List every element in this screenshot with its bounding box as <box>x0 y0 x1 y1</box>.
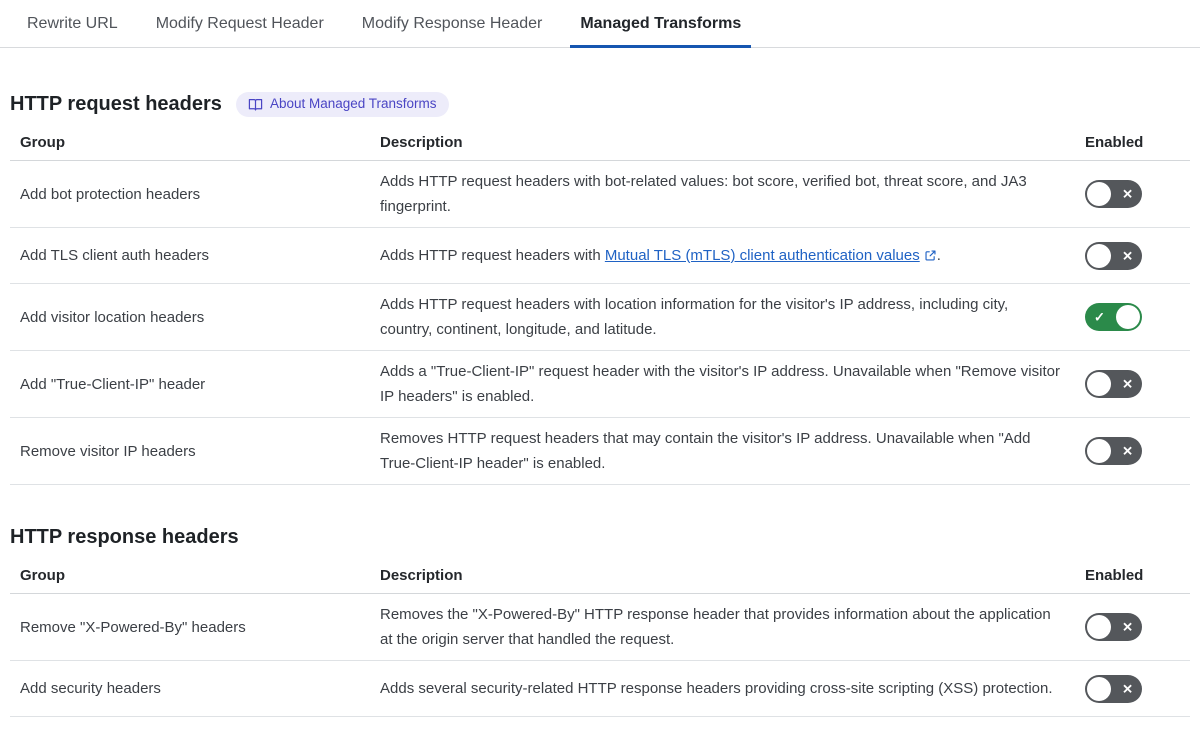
table-row: Remove visitor IP headers Removes HTTP r… <box>10 418 1190 485</box>
cross-icon: ✕ <box>1122 186 1133 202</box>
table-header-row: Group Description Enabled <box>10 132 1190 161</box>
description-cell: Adds HTTP request headers with bot-relat… <box>380 173 1027 215</box>
table-header-row: Group Description Enabled <box>10 565 1190 594</box>
column-header-description: Description <box>380 134 463 151</box>
enabled-cell: ✕ <box>1075 362 1190 406</box>
group-cell: Add bot protection headers <box>20 185 201 203</box>
group-cell: Add TLS client auth headers <box>20 247 210 264</box>
response-headers-table: Group Description Enabled Remove "X-Powe… <box>10 565 1190 717</box>
description-cell: Adds HTTP request headers with Mutual TL… <box>380 247 941 264</box>
enabled-cell: ✕ <box>1075 429 1190 473</box>
enabled-toggle[interactable]: ✓ <box>1085 303 1142 331</box>
enabled-cell: ✕ <box>1075 172 1190 216</box>
enabled-toggle[interactable]: ✕ <box>1085 241 1142 270</box>
external-link-icon <box>925 250 936 261</box>
managed-transforms-page: HTTP request headers About Managed Trans… <box>10 90 1190 717</box>
toggle-thumb <box>1087 676 1111 701</box>
request-headers-table: Group Description Enabled Add bot protec… <box>10 132 1190 485</box>
group-cell: Add security headers <box>20 680 161 697</box>
about-managed-transforms-link[interactable]: About Managed Transforms <box>235 91 449 117</box>
request-section-header: HTTP request headers About Managed Trans… <box>10 90 1190 118</box>
table-row: Add bot protection headers Adds HTTP req… <box>10 161 1190 228</box>
tab-modify-request-header[interactable]: Modify Request Header <box>146 0 334 47</box>
response-section-header: HTTP response headers <box>10 523 1190 551</box>
description-cell: Adds a "True-Client-IP" request header w… <box>380 363 1060 405</box>
toggle-thumb <box>1087 615 1111 639</box>
badge-label: About Managed Transforms <box>269 96 437 112</box>
toggle-thumb <box>1087 182 1111 206</box>
description-cell: Removes HTTP request headers that may co… <box>380 430 1031 472</box>
table-row: Add "True-Client-IP" header Adds a "True… <box>10 351 1190 418</box>
enabled-cell: ✕ <box>1075 605 1190 649</box>
tab-modify-response-header[interactable]: Modify Response Header <box>352 0 553 47</box>
tab-managed-transforms[interactable]: Managed Transforms <box>570 0 752 48</box>
group-cell: Remove "X-Powered-By" headers <box>20 618 246 636</box>
response-headers-section: HTTP response headers Group Description … <box>10 523 1190 717</box>
description-cell: Adds HTTP request headers with location … <box>380 296 1009 338</box>
enabled-cell: ✕ <box>1075 667 1190 711</box>
tab-bar: Rewrite URL Modify Request Header Modify R… <box>0 0 1200 48</box>
table-row: Add security headers Adds several securi… <box>10 661 1190 717</box>
enabled-cell: ✓ <box>1075 295 1190 339</box>
description-cell: Adds several security-related HTTP respo… <box>380 680 1053 697</box>
column-header-group: Group <box>20 134 65 151</box>
toggle-thumb <box>1087 439 1111 463</box>
table-row: Add TLS client auth headers Adds HTTP re… <box>10 228 1190 284</box>
table-row: Remove "X-Powered-By" headers Removes th… <box>10 594 1190 661</box>
enabled-toggle[interactable]: ✕ <box>1085 674 1142 703</box>
description-cell: Removes the "X-Powered-By" HTTP response… <box>380 606 1051 648</box>
toggle-thumb <box>1087 243 1111 268</box>
enabled-toggle[interactable]: ✕ <box>1085 613 1142 641</box>
check-icon: ✓ <box>1094 309 1105 325</box>
cross-icon: ✕ <box>1122 443 1133 459</box>
cross-icon: ✕ <box>1122 681 1133 696</box>
toggle-thumb <box>1087 372 1111 396</box>
group-cell: Add "True-Client-IP" header <box>20 375 206 393</box>
section-title-request: HTTP request headers <box>10 93 222 115</box>
section-title-response: HTTP response headers <box>10 526 239 548</box>
group-cell: Remove visitor IP headers <box>20 442 196 460</box>
cross-icon: ✕ <box>1122 619 1133 635</box>
enabled-toggle[interactable]: ✕ <box>1085 437 1142 465</box>
enabled-cell: ✕ <box>1075 234 1190 278</box>
tab-rewrite-url[interactable]: Rewrite URL <box>17 0 128 47</box>
toggle-thumb <box>1116 305 1140 329</box>
column-header-enabled: Enabled <box>1085 567 1144 584</box>
request-headers-section: HTTP request headers About Managed Trans… <box>10 90 1190 485</box>
column-header-description: Description <box>380 567 463 584</box>
book-icon <box>248 97 263 112</box>
column-header-group: Group <box>20 567 65 584</box>
group-cell: Add visitor location headers <box>20 308 205 326</box>
enabled-toggle[interactable]: ✕ <box>1085 180 1142 208</box>
table-row: Add visitor location headers Adds HTTP r… <box>10 284 1190 351</box>
cross-icon: ✕ <box>1122 248 1133 263</box>
column-header-enabled: Enabled <box>1085 134 1144 151</box>
description-link[interactable]: Mutual TLS (mTLS) client authentication … <box>605 247 937 264</box>
enabled-toggle[interactable]: ✕ <box>1085 370 1142 398</box>
cross-icon: ✕ <box>1122 376 1133 392</box>
